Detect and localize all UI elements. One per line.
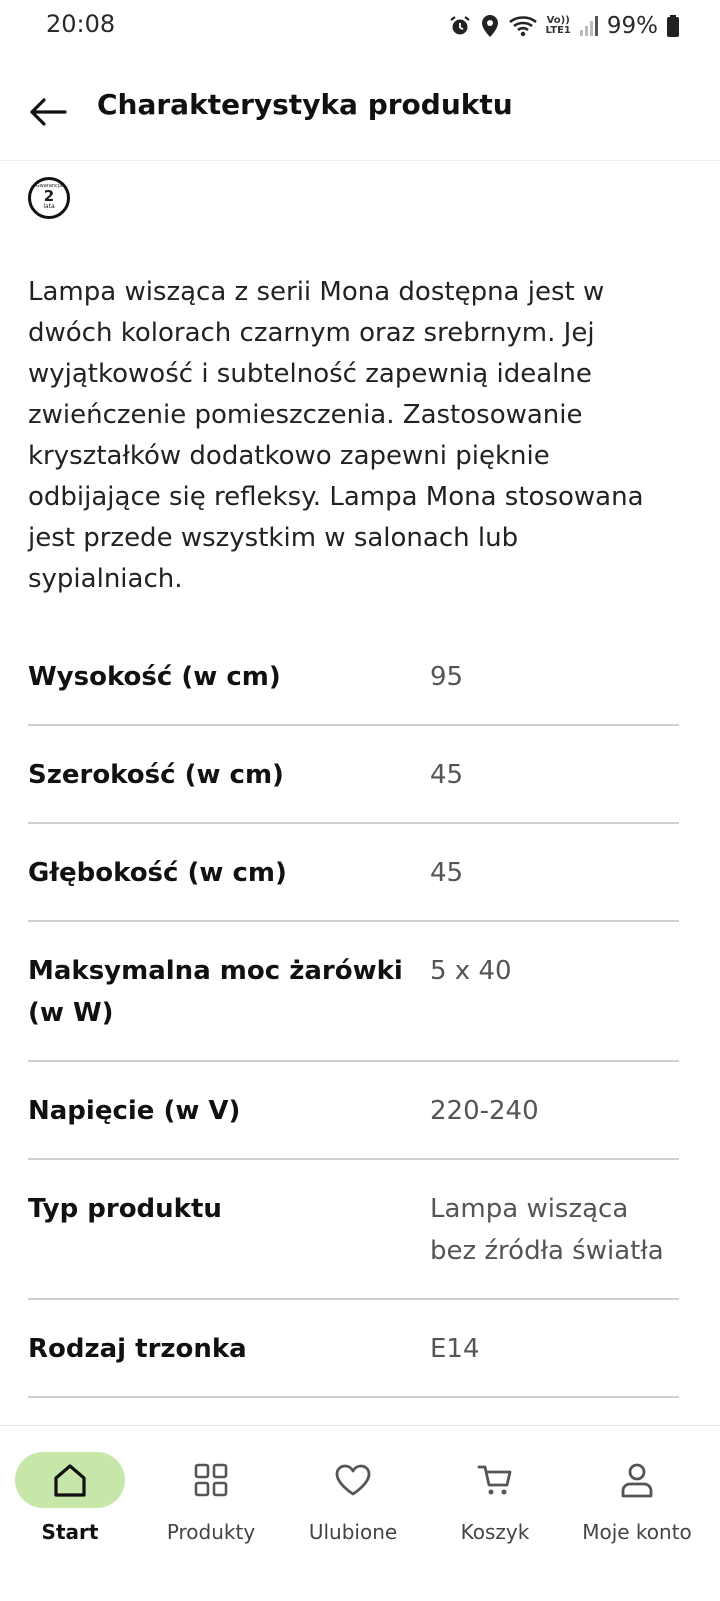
nav-label: Ulubione: [308, 1520, 398, 1544]
home-icon: [54, 1464, 86, 1497]
nav-label: Produkty: [166, 1520, 256, 1544]
spec-value: 5 x 40: [430, 956, 512, 986]
spec-name: Szerokość (w cm): [28, 760, 284, 790]
status-bar: 20:08 Vo)) LTE1 99%: [0, 0, 720, 52]
product-description: Lampa wisząca z serii Mona dostępna jest…: [28, 277, 644, 594]
cart-icon: [477, 1465, 512, 1495]
page-title: Charakterystyka produktu: [97, 88, 513, 121]
spec-value: 220-240: [430, 1096, 539, 1126]
spec-name: Rodzaj trzonka: [28, 1334, 247, 1364]
spec-name: Wysokość (w cm): [28, 662, 281, 692]
alarm-icon: [448, 14, 472, 38]
nav-label: Start: [41, 1520, 99, 1544]
spec-row: Wysokość (w cm) 95: [28, 628, 679, 726]
battery-icon: [666, 14, 680, 38]
grid-icon: [194, 1463, 228, 1497]
arrow-left-icon: [30, 98, 67, 126]
signal-icon: [579, 15, 599, 37]
user-icon: [621, 1463, 653, 1498]
warranty-badge: Gwarancja 2 lata: [28, 177, 70, 219]
spec-name: Napięcie (w V): [28, 1096, 241, 1126]
spec-value: 45: [430, 760, 464, 790]
spec-row: Rodzaj trzonka E14: [28, 1300, 679, 1398]
nav-active-indicator: [15, 1452, 125, 1508]
spec-row: Maksymalna moc żarówki (w W) 5 x 40: [28, 922, 679, 1062]
nav-item-ulubione[interactable]: Ulubione: [282, 1426, 424, 1601]
spec-name: Maksymalna moc żarówki (w W): [28, 956, 403, 1028]
nav-item-koszyk[interactable]: Koszyk: [424, 1426, 566, 1601]
spec-row: Napięcie (w V) 220-240: [28, 1062, 679, 1160]
spec-name: Typ produktu: [28, 1194, 222, 1224]
specs-table: Wysokość (w cm) 95 Szerokość (w cm) 45 G…: [28, 628, 679, 1398]
warranty-unit: lata: [43, 203, 55, 210]
nav-item-produkty[interactable]: Produkty: [140, 1426, 282, 1601]
nav-label: Koszyk: [460, 1520, 530, 1544]
spec-value: 95: [430, 662, 464, 692]
back-button[interactable]: [24, 88, 72, 136]
status-icons: Vo)) LTE1 99%: [448, 9, 680, 43]
volte-icon: Vo)) LTE1: [545, 15, 571, 36]
warranty-years: 2: [43, 187, 55, 205]
spec-value: Lampa wisząca bez źródła światła: [430, 1194, 664, 1266]
spec-value: E14: [430, 1334, 480, 1364]
heart-icon: [335, 1464, 371, 1496]
spec-row: Szerokość (w cm) 45: [28, 726, 679, 824]
spec-value: 45: [430, 858, 464, 888]
spec-name: Głębokość (w cm): [28, 858, 287, 888]
battery-percentage: 99%: [606, 13, 658, 39]
status-time: 20:08: [46, 10, 116, 38]
wifi-icon: [508, 14, 538, 38]
spec-row: Typ produktu Lampa wisząca bez źródła św…: [28, 1160, 679, 1300]
bottom-navigation: Start Produkty Ulubione Koszyk Moje kont…: [0, 1425, 720, 1601]
app-bar: Charakterystyka produktu: [0, 70, 720, 161]
location-icon: [480, 14, 500, 38]
nav-label: Moje konto: [582, 1520, 692, 1544]
nav-item-start[interactable]: Start: [0, 1426, 140, 1601]
nav-item-moje-konto[interactable]: Moje konto: [566, 1426, 708, 1601]
spec-row: Głębokość (w cm) 45: [28, 824, 679, 922]
